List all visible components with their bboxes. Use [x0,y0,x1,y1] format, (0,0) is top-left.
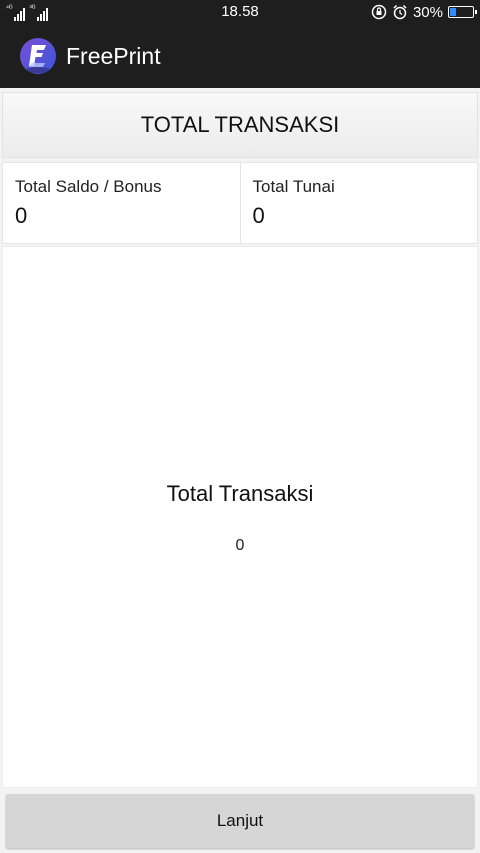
battery-percent: 30% [412,3,443,21]
app-title: FreePrint [66,42,161,69]
status-bar: ⁴ᴳ ³ᴳ 18.58 30% [0,0,480,24]
summary-title: Total Transaksi [166,481,314,506]
lock-rotation-icon [371,4,387,20]
totals-row: Total Saldo / Bonus 0 Total Tunai 0 [2,162,478,244]
battery-icon [448,6,477,18]
total-tunai-value: 0 [252,203,265,228]
summary-value: 0 [235,537,245,554]
alarm-icon [393,4,407,20]
total-tunai-label: Total Tunai [252,177,335,196]
transaction-summary-panel: Total Transaksi 0 [2,246,478,788]
total-saldo-cell: Total Saldo / Bonus 0 [3,163,240,243]
freeprint-logo-icon [20,38,56,74]
total-tunai-cell: Total Tunai 0 [239,163,478,243]
battery-level-fill [450,8,456,16]
lanjut-button[interactable]: Lanjut [6,794,474,848]
app-bar: FreePrint [0,24,480,88]
status-right-icons: 30% [371,2,477,22]
total-transaksi-header[interactable]: TOTAL TRANSAKSI [2,92,478,158]
total-saldo-value: 0 [15,203,28,228]
total-saldo-label: Total Saldo / Bonus [15,177,162,196]
